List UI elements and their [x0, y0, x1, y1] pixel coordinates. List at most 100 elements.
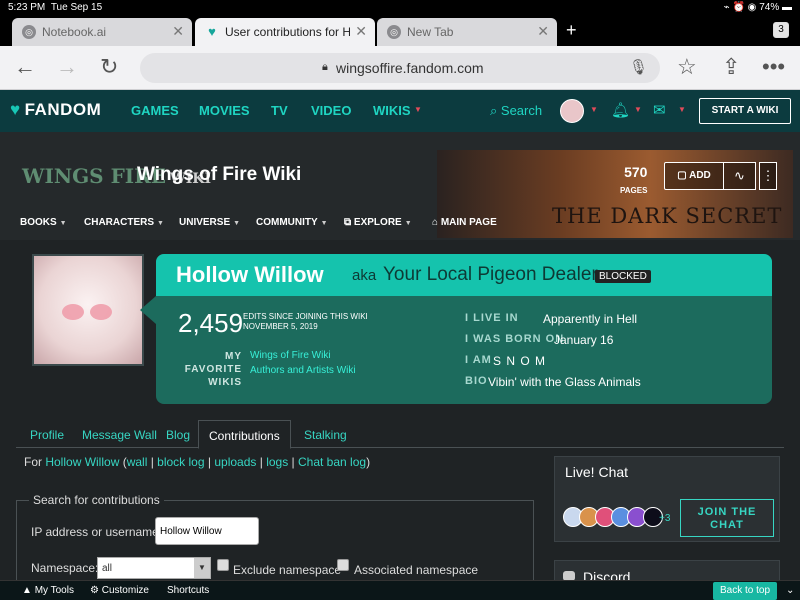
logs-link[interactable]: logs [266, 455, 288, 469]
field-label-live-in: I LIVE IN [465, 312, 519, 324]
user-link[interactable]: Hollow Willow [45, 455, 119, 469]
my-tools-menu[interactable]: ▲ My Tools [22, 585, 74, 596]
bell-icon[interactable]: 🔔︎ [611, 101, 630, 119]
microphone-icon[interactable]: 🎙︎ [629, 58, 648, 76]
chevron-down-icon: ▼ [194, 558, 210, 578]
nav-video[interactable]: VIDEO [311, 103, 351, 118]
add-button[interactable]: ▢ ADD [664, 162, 724, 190]
wiki-nav-explore[interactable]: ⧉ EXPLORE ▼ [344, 217, 412, 228]
live-chat-module: Live! Chat +3 JOIN THE CHAT [554, 456, 780, 542]
wiki-nav-universe[interactable]: UNIVERSE ▼ [179, 217, 240, 228]
chevron-down-icon: ▼ [634, 105, 642, 114]
ip-label: IP address or username: [31, 525, 163, 539]
browser-toolbar: ← → ↻ 🔒︎ wingsoffire.fandom.com 🎙︎ ☆ ⇪ •… [0, 46, 800, 90]
tab-count-button[interactable]: 3 [773, 22, 789, 38]
join-chat-button[interactable]: JOIN THE CHAT [680, 499, 774, 537]
wiki-nav-books[interactable]: BOOKS ▼ [20, 217, 67, 228]
avatar-image [62, 304, 118, 322]
profile-pointer [140, 296, 156, 324]
search-contributions-form: Search for contributions IP address or u… [16, 493, 534, 582]
browser-tab-strip: ◎ Notebook.ai ✕ ♥ User contributions for… [0, 16, 800, 46]
share-icon[interactable]: ⇪ [722, 54, 740, 80]
profile-avatar [32, 254, 144, 366]
profile-tabs: Profile Message Wall Blog Contributions … [16, 420, 784, 449]
bookmark-star-icon[interactable]: ☆ [677, 54, 697, 80]
field-value-born: January 16 [554, 333, 614, 347]
aka-value: Your Local Pigeon Dealer [383, 264, 598, 285]
wiki-nav-main-page[interactable]: ⌂ MAIN PAGE [432, 217, 497, 228]
exclude-namespace-checkbox[interactable] [217, 559, 229, 571]
reload-icon[interactable]: ↻ [100, 54, 118, 80]
fav-wiki-link[interactable]: Wings of Fire Wiki [250, 350, 331, 361]
aka-label: aka [352, 267, 377, 284]
edit-count: 2,459 [178, 308, 244, 338]
user-avatar[interactable] [560, 99, 584, 123]
pages-counter: 570 PAGES [620, 164, 648, 195]
field-label-bio: BIO [465, 375, 488, 387]
exclude-namespace-label: Exclude namespace [233, 563, 342, 577]
forward-arrow-icon[interactable]: → [56, 54, 78, 80]
tab-blog[interactable]: Blog [166, 428, 190, 442]
field-value-live-in: Apparently in Hell [543, 312, 638, 326]
close-icon[interactable]: ✕ [172, 23, 184, 40]
more-users-count: +3 [659, 513, 671, 524]
fandom-heart-icon: ♥ [10, 100, 21, 119]
more-menu-icon[interactable]: ••• [762, 54, 785, 80]
block-log-link[interactable]: block log [157, 455, 204, 469]
globe-icon: ◎ [22, 25, 36, 39]
chat-ban-log-link[interactable]: Chat ban log [298, 455, 366, 469]
blocked-badge: BLOCKED [595, 270, 651, 283]
back-arrow-icon[interactable]: ← [14, 54, 36, 80]
wiki-nav-characters[interactable]: CHARACTERS ▼ [84, 217, 164, 228]
namespace-select[interactable]: all ▼ [97, 557, 211, 579]
search-link[interactable]: ⌕ Search [490, 103, 542, 119]
form-legend: Search for contributions [29, 493, 164, 507]
wall-link[interactable]: wall [127, 455, 148, 469]
activity-icon[interactable]: ∿ [724, 162, 756, 190]
field-value-bio: Vibin' with the Glass Animals [488, 375, 641, 389]
more-options-icon[interactable]: ⋮ [759, 162, 777, 190]
expand-icon[interactable]: ⌄ [786, 585, 794, 596]
tab-message-wall[interactable]: Message Wall [82, 428, 157, 442]
namespace-label: Namespace: [31, 561, 99, 575]
browser-tab-newtab[interactable]: ◎ New Tab ✕ [377, 18, 557, 46]
browser-tab-contributions[interactable]: ♥ User contributions for Ho ✕ [195, 18, 375, 46]
contributions-for-line: For Hollow Willow (wall | block log | up… [24, 455, 371, 469]
tab-contributions[interactable]: Contributions [198, 420, 291, 449]
globe-icon: ◎ [387, 25, 401, 39]
wiki-title[interactable]: Wings of Fire Wiki [137, 164, 301, 186]
lock-icon: 🔒︎ [322, 61, 328, 73]
nav-movies[interactable]: MOVIES [199, 103, 250, 118]
mail-icon[interactable]: ✉ [653, 101, 666, 119]
nav-games[interactable]: GAMES [131, 103, 179, 118]
new-tab-icon[interactable]: + [566, 20, 577, 41]
tab-profile[interactable]: Profile [30, 428, 64, 442]
chevron-down-icon: ▼ [678, 105, 686, 114]
start-wiki-button[interactable]: START A WIKI [699, 98, 791, 124]
uploads-link[interactable]: uploads [214, 455, 256, 469]
associated-namespace-checkbox[interactable] [337, 559, 349, 571]
chevron-down-icon: ▼ [414, 105, 422, 114]
close-icon[interactable]: ✕ [537, 23, 549, 40]
tab-stalking[interactable]: Stalking [304, 428, 347, 442]
field-label-born: I WAS BORN ON [465, 333, 565, 345]
fandom-heart-icon: ♥ [208, 24, 216, 39]
address-bar[interactable]: 🔒︎ wingsoffire.fandom.com 🎙︎ [140, 53, 660, 83]
nav-wikis[interactable]: WIKIS [373, 103, 411, 118]
status-time: 5:23 PM Tue Sep 15 [8, 2, 103, 13]
my-tools-bar: ▲ My Tools ⚙ Customize Shortcuts Back to… [0, 580, 800, 600]
fav-wiki-link[interactable]: Authors and Artists Wiki [250, 365, 356, 376]
url-text: wingsoffire.fandom.com [336, 60, 484, 76]
browser-tab-notebook[interactable]: ◎ Notebook.ai ✕ [12, 18, 192, 46]
tab-title: Notebook.ai [42, 25, 107, 39]
back-to-top-button[interactable]: Back to top [713, 582, 777, 600]
shortcuts-link[interactable]: Shortcuts [167, 585, 209, 596]
nav-tv[interactable]: TV [271, 103, 288, 118]
edit-count-label: EDITS SINCE JOINING THIS WIKI NOVEMBER 5,… [243, 312, 368, 331]
close-icon[interactable]: ✕ [355, 23, 367, 40]
fandom-logo[interactable]: ♥ FANDOM [10, 100, 101, 120]
customize-link[interactable]: ⚙ Customize [90, 585, 149, 596]
username-input[interactable]: Hollow Willow [155, 517, 259, 545]
wiki-header: THE DARK SECRET WINGS FIRE WIKI Wings of … [0, 132, 800, 240]
wiki-nav-community[interactable]: COMMUNITY ▼ [256, 217, 328, 228]
